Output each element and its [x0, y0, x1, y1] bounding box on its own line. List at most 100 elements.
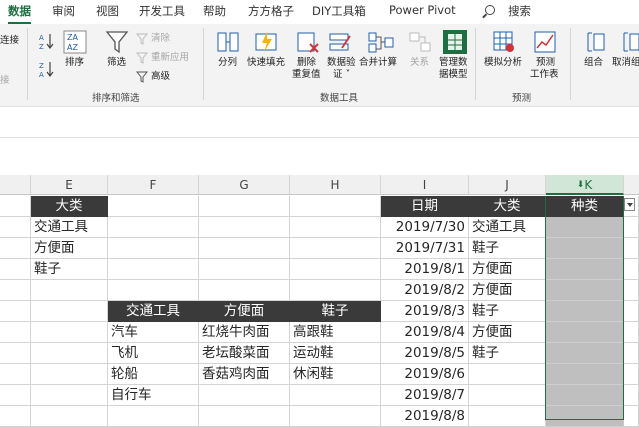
- cell[interactable]: [199, 280, 290, 301]
- data-model-button[interactable]: 管理数: [439, 57, 468, 69]
- cell[interactable]: [31, 343, 108, 364]
- cell[interactable]: [290, 238, 381, 259]
- cell[interactable]: [108, 196, 199, 217]
- tab-help[interactable]: 帮助: [203, 3, 226, 19]
- cell[interactable]: [290, 406, 381, 427]
- selected-cell[interactable]: [546, 343, 624, 364]
- cell[interactable]: [290, 259, 381, 280]
- advanced-filter-icon[interactable]: [135, 68, 149, 87]
- column-header-e[interactable]: E: [31, 175, 108, 195]
- forecast-sheet-button-line2[interactable]: 工作表: [530, 69, 559, 81]
- column-header-f[interactable]: F: [108, 175, 199, 195]
- cell[interactable]: [31, 280, 108, 301]
- cell[interactable]: [624, 322, 639, 343]
- table-cell[interactable]: [290, 385, 381, 406]
- date-cell[interactable]: 2019/8/8: [381, 406, 469, 427]
- remove-duplicates-button-line2[interactable]: 重复值: [292, 69, 321, 81]
- sort-desc-icon[interactable]: ZA: [38, 60, 56, 82]
- table-cell[interactable]: 红烧牛肉面: [199, 322, 290, 343]
- category-cell[interactable]: 鞋子: [469, 301, 546, 322]
- date-cell[interactable]: 2019/8/2: [381, 280, 469, 301]
- remove-duplicates-button[interactable]: 删除: [297, 57, 316, 69]
- row-header[interactable]: [0, 217, 31, 238]
- cell[interactable]: [108, 217, 199, 238]
- date-cell[interactable]: 2019/7/31: [381, 238, 469, 259]
- date-cell[interactable]: 2019/8/4: [381, 322, 469, 343]
- tab-view[interactable]: 视图: [96, 3, 119, 19]
- search-label[interactable]: 搜索: [508, 3, 531, 19]
- cell[interactable]: [199, 406, 290, 427]
- selected-cell[interactable]: [546, 322, 624, 343]
- remove-duplicates-icon[interactable]: [296, 30, 320, 58]
- column-header-i[interactable]: I: [381, 175, 469, 195]
- what-if-icon[interactable]: [492, 30, 516, 58]
- category-cell[interactable]: 方便面: [469, 322, 546, 343]
- sort-asc-icon[interactable]: AZ: [38, 32, 56, 54]
- table-cell[interactable]: 休闲鞋: [290, 364, 381, 385]
- cell[interactable]: [199, 196, 290, 217]
- table-cell[interactable]: 自行车: [108, 385, 199, 406]
- tab-power-pivot[interactable]: Power Pivot: [389, 3, 456, 17]
- row-header[interactable]: [0, 238, 31, 259]
- cell[interactable]: [290, 196, 381, 217]
- category-cell[interactable]: [469, 364, 546, 385]
- table-cell[interactable]: 运动鞋: [290, 343, 381, 364]
- row-header[interactable]: [0, 364, 31, 385]
- split-button[interactable]: 分列: [218, 57, 237, 69]
- cell[interactable]: [108, 406, 199, 427]
- cell[interactable]: [108, 238, 199, 259]
- row-header[interactable]: [0, 406, 31, 427]
- table-cell[interactable]: 轮船: [108, 364, 199, 385]
- category-cell[interactable]: 鞋子: [469, 238, 546, 259]
- cell[interactable]: [31, 364, 108, 385]
- tab-fangfang[interactable]: 方方格子: [248, 3, 294, 19]
- table-header[interactable]: 鞋子: [290, 301, 381, 322]
- tab-review[interactable]: 审阅: [52, 3, 75, 19]
- cell[interactable]: [108, 259, 199, 280]
- cell[interactable]: [624, 343, 639, 364]
- flash-fill-icon[interactable]: [254, 30, 278, 58]
- category-cell[interactable]: 方便面: [469, 280, 546, 301]
- table-cell[interactable]: [199, 385, 290, 406]
- selected-cell[interactable]: [546, 406, 624, 427]
- column-header-k[interactable]: ⬇K: [546, 175, 624, 195]
- category-cell[interactable]: 鞋子: [469, 343, 546, 364]
- connections-label[interactable]: 连接: [0, 32, 19, 46]
- row-header[interactable]: [0, 385, 31, 406]
- forecast-sheet-icon[interactable]: [533, 30, 557, 58]
- selected-cell[interactable]: [546, 238, 624, 259]
- data-model-button-line2[interactable]: 据模型: [439, 69, 468, 81]
- category-cell[interactable]: [469, 406, 546, 427]
- tab-developer[interactable]: 开发工具: [139, 3, 185, 19]
- selected-cell[interactable]: [546, 301, 624, 322]
- tab-data[interactable]: 数据: [8, 3, 31, 24]
- text-to-columns-icon[interactable]: [216, 30, 240, 58]
- row-header[interactable]: [0, 280, 31, 301]
- cell[interactable]: [624, 217, 639, 238]
- search-icon[interactable]: [485, 5, 495, 15]
- cell[interactable]: [624, 280, 639, 301]
- filter-icon[interactable]: [105, 29, 129, 59]
- sort-button[interactable]: 排序: [65, 57, 84, 69]
- column-header-j[interactable]: J: [469, 175, 546, 195]
- cell[interactable]: [31, 385, 108, 406]
- cell[interactable]: [624, 238, 639, 259]
- sort-dialog-icon[interactable]: ZA AZ: [63, 30, 87, 58]
- data-model-icon[interactable]: [442, 29, 468, 59]
- category-cell[interactable]: 交通工具: [469, 217, 546, 238]
- table-header[interactable]: 种类: [546, 196, 624, 217]
- tab-diy-toolbox[interactable]: DIY工具箱: [312, 3, 366, 19]
- selected-cell[interactable]: [546, 280, 624, 301]
- selected-cell[interactable]: [546, 259, 624, 280]
- filter-dropdown-button[interactable]: [624, 198, 635, 211]
- cell[interactable]: [31, 301, 108, 322]
- date-cell[interactable]: 2019/8/3: [381, 301, 469, 322]
- table-header[interactable]: 大类: [469, 196, 546, 217]
- table-cell[interactable]: 汽车: [108, 322, 199, 343]
- table-header[interactable]: 方便面: [199, 301, 290, 322]
- cell[interactable]: [624, 385, 639, 406]
- ungroup-icon[interactable]: [620, 30, 639, 58]
- cell[interactable]: [199, 238, 290, 259]
- cell[interactable]: [199, 217, 290, 238]
- cell[interactable]: [624, 301, 639, 322]
